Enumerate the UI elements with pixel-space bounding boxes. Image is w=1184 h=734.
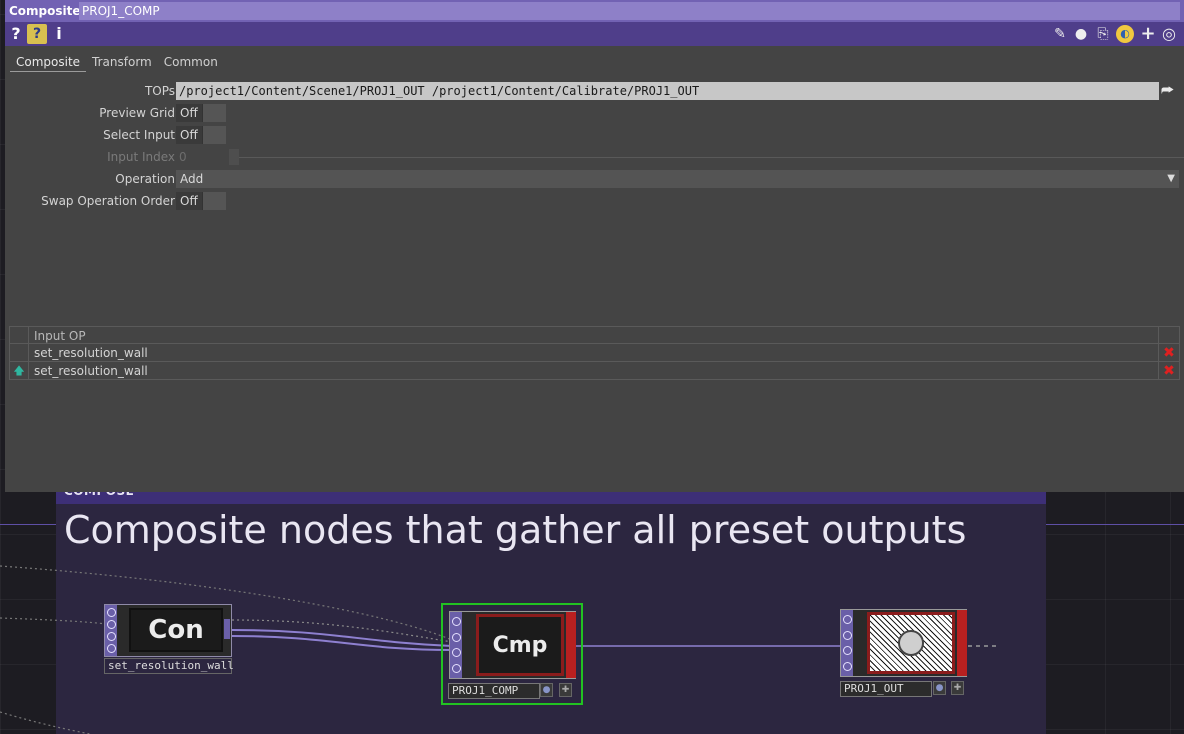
info-icon[interactable]: i xyxy=(53,24,65,44)
param-preview-grid-label: Preview Grid xyxy=(99,106,175,120)
toggle-state: Off xyxy=(176,104,202,122)
sequence-index-cell xyxy=(9,327,29,345)
input-index-slider-handle[interactable] xyxy=(229,149,239,165)
node-flags-strip[interactable] xyxy=(841,610,853,676)
node-body[interactable]: Con xyxy=(104,604,232,657)
python-icon[interactable]: ◐ xyxy=(1116,25,1134,43)
operator-drop-icon[interactable]: ⮫ xyxy=(1161,82,1181,100)
param-operation: Operation Add ▼ xyxy=(5,170,1184,188)
input-index-field[interactable]: 0 xyxy=(176,148,216,166)
viewer-flag-icon[interactable] xyxy=(106,608,116,618)
render-flag[interactable] xyxy=(957,610,967,676)
node-proj1-out[interactable]: PROJ1_OUT ● ✚ xyxy=(840,609,970,701)
toggle-knob xyxy=(203,192,226,210)
preview-grid-toggle[interactable]: Off xyxy=(176,104,226,122)
sequence-header-row: Input OP xyxy=(9,326,1180,345)
clone-flag-icon[interactable]: ✚ xyxy=(951,681,964,695)
param-select-input: Select Input Off xyxy=(5,126,1184,144)
node-body[interactable]: Cmp xyxy=(449,611,576,679)
param-swap-operation-order-label: Swap Operation Order xyxy=(41,194,175,208)
tops-field[interactable]: /project1/Content/Scene1/PROJ1_OUT /proj… xyxy=(176,82,1159,100)
sequence-row: 🡅 set_resolution_wall ✖ xyxy=(9,362,1180,380)
render-flag[interactable] xyxy=(566,612,576,678)
bypass-flag-icon[interactable] xyxy=(106,620,116,630)
operator-type-label: Composite xyxy=(9,4,81,18)
node-viewer: Con xyxy=(129,608,223,652)
toggle-state: Off xyxy=(176,126,202,144)
toggle-state: Off xyxy=(176,192,202,210)
param-tops: TOPs /project1/Content/Scene1/PROJ1_OUT … xyxy=(5,82,1184,100)
clone-icon[interactable]: ⎘ xyxy=(1094,25,1112,43)
dialog-toolbar: ? ? i ✎ ● ⎘ ◐ + ◎ xyxy=(5,22,1184,46)
display-flag-icon[interactable] xyxy=(842,646,852,656)
operation-dropdown[interactable]: Add ▼ xyxy=(176,170,1179,188)
param-swap-operation-order: Swap Operation Order Off xyxy=(5,192,1184,210)
help-icon[interactable]: ? xyxy=(9,24,23,44)
bypass-flag-icon[interactable] xyxy=(842,630,852,640)
comment-icon[interactable]: ● xyxy=(1072,25,1090,43)
param-input-index-label: Input Index xyxy=(107,150,175,164)
param-preview-grid: Preview Grid Off xyxy=(5,104,1184,122)
chevron-down-icon: ▼ xyxy=(1167,173,1175,184)
node-proj1-comp[interactable]: Cmp PROJ1_COMP ● ✚ xyxy=(441,603,583,705)
target-icon[interactable]: ◎ xyxy=(1160,25,1178,43)
tab-transform[interactable]: Transform xyxy=(86,52,158,72)
delete-row-icon[interactable]: ✖ xyxy=(1158,362,1180,380)
param-input-index: Input Index 0 xyxy=(5,148,1184,166)
display-flag-icon[interactable] xyxy=(451,648,461,658)
select-input-toggle[interactable]: Off xyxy=(176,126,226,144)
display-flag-icon[interactable] xyxy=(106,631,116,641)
node-output-connector[interactable] xyxy=(224,619,230,639)
input-op-sequence-table: Input OP set_resolution_wall ✖ 🡅 set_res… xyxy=(9,326,1180,380)
pencil-icon[interactable]: ✎ xyxy=(1051,25,1069,43)
tab-common[interactable]: Common xyxy=(158,52,224,72)
viewer-flag-icon[interactable] xyxy=(842,615,852,625)
param-tops-label: TOPs xyxy=(144,84,175,98)
parameter-page-tabs: Composite Transform Common xyxy=(10,52,224,72)
swap-operation-order-toggle[interactable]: Off xyxy=(176,192,226,210)
cook-flag-icon[interactable]: ● xyxy=(540,683,553,697)
python-help-icon[interactable]: ? xyxy=(27,24,47,44)
sequence-header-end-cell xyxy=(1158,327,1180,345)
move-up-icon[interactable]: 🡅 xyxy=(9,362,29,380)
lock-flag-icon[interactable] xyxy=(842,661,852,671)
lock-flag-icon[interactable] xyxy=(106,643,116,653)
cook-flag-icon[interactable]: ● xyxy=(933,681,946,695)
input-op-field[interactable]: set_resolution_wall xyxy=(34,344,148,362)
node-viewer-text: Cmp xyxy=(492,632,548,658)
node-name-label[interactable]: PROJ1_OUT xyxy=(840,681,932,697)
operator-name-field[interactable]: PROJ1_COMP xyxy=(79,2,1180,20)
input-index-slider-track[interactable] xyxy=(239,157,1184,158)
node-name-label[interactable]: set_resolution_wall xyxy=(104,658,234,674)
toggle-knob xyxy=(203,104,226,122)
sequence-header-label: Input OP xyxy=(34,329,86,343)
parameter-dialog[interactable]: Composite PROJ1_COMP ? ? i ✎ ● ⎘ ◐ + ◎ C… xyxy=(5,0,1184,492)
node-viewer-text: Con xyxy=(148,615,204,645)
node-viewer: Cmp xyxy=(476,614,564,676)
viewer-flag-icon[interactable] xyxy=(451,617,461,627)
node-name-label[interactable]: PROJ1_COMP xyxy=(448,683,540,699)
node-flags-strip[interactable] xyxy=(105,605,117,656)
node-body[interactable] xyxy=(840,609,967,677)
input-op-field[interactable]: set_resolution_wall xyxy=(34,362,148,380)
calibration-pattern-icon xyxy=(898,630,924,656)
lock-flag-icon[interactable] xyxy=(451,663,461,673)
clone-flag-icon[interactable]: ✚ xyxy=(559,683,572,697)
node-flags-strip[interactable] xyxy=(450,612,462,678)
bypass-flag-icon[interactable] xyxy=(451,632,461,642)
node-viewer-preview xyxy=(867,612,955,674)
plus-icon[interactable]: + xyxy=(1139,25,1157,43)
sequence-index-cell xyxy=(9,344,29,362)
node-set-resolution-wall[interactable]: Con set_resolution_wall xyxy=(104,604,234,674)
delete-row-icon[interactable]: ✖ xyxy=(1158,344,1180,362)
dialog-titlebar[interactable]: Composite PROJ1_COMP xyxy=(5,0,1184,22)
operation-dropdown-value: Add xyxy=(180,172,204,186)
sequence-row: set_resolution_wall ✖ xyxy=(9,344,1180,362)
toggle-knob xyxy=(203,126,226,144)
param-select-input-label: Select Input xyxy=(103,128,175,142)
param-operation-label: Operation xyxy=(115,172,175,186)
tab-composite[interactable]: Composite xyxy=(10,52,87,72)
